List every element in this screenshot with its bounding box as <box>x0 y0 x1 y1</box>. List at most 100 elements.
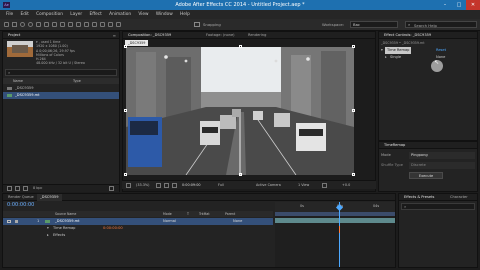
text-tool-icon[interactable] <box>76 22 81 27</box>
snapshot-icon[interactable] <box>172 183 177 188</box>
toggle-pixel-icon[interactable] <box>322 183 327 188</box>
puppet-tool-icon[interactable] <box>116 22 121 27</box>
property-value[interactable]: 0:00:00:00 <box>103 225 123 232</box>
new-comp-icon[interactable] <box>23 186 28 191</box>
tab-effect-controls[interactable]: Effect Controls: _DSC9359 <box>381 32 434 39</box>
menu-animation[interactable]: Animation <box>109 10 131 19</box>
camera-tool-icon[interactable] <box>44 22 49 27</box>
maximize-icon[interactable]: □ <box>452 0 466 10</box>
shuffle-select[interactable]: Discrete <box>409 162 475 169</box>
shape-tool-icon[interactable] <box>60 22 65 27</box>
tab-composition[interactable]: Composition: _DSC9359 <box>125 32 174 39</box>
visibility-eye-icon[interactable] <box>7 220 11 223</box>
interpret-footage-icon[interactable] <box>7 186 12 191</box>
col-trkmat[interactable]: TrkMat <box>199 211 210 217</box>
pen-tool-icon[interactable] <box>68 22 73 27</box>
col-mode[interactable]: Mode <box>163 211 172 217</box>
col-name[interactable]: Name <box>13 78 23 84</box>
preview-toggle-icon[interactable] <box>126 183 131 188</box>
project-search-input[interactable]: ⌕ <box>5 69 117 76</box>
layer-mode[interactable]: Normal <box>163 218 176 225</box>
eraser-tool-icon[interactable] <box>100 22 105 27</box>
transform-handle[interactable] <box>124 173 127 176</box>
layer-parent[interactable]: None <box>233 218 242 225</box>
snapping-checkbox[interactable] <box>194 22 200 27</box>
menu-file[interactable]: File <box>6 10 13 19</box>
menu-effect[interactable]: Effect <box>89 10 101 19</box>
param-row[interactable]: ▸ Single None <box>385 54 475 61</box>
home-tool-icon[interactable] <box>4 22 9 27</box>
zoom-tool-icon[interactable] <box>28 22 33 27</box>
close-icon[interactable]: ✕ <box>466 0 480 10</box>
transform-handle[interactable] <box>124 109 127 112</box>
transform-handle[interactable] <box>239 45 242 48</box>
brush-tool-icon[interactable] <box>84 22 89 27</box>
transform-handle[interactable] <box>352 45 355 48</box>
timeline-tracks[interactable]: 0s 02s 04s <box>275 202 395 267</box>
col-type[interactable]: Type <box>73 78 81 84</box>
expand-arrow-icon[interactable]: ▸ <box>47 232 49 239</box>
transform-handle[interactable] <box>352 173 355 176</box>
trash-icon[interactable] <box>109 186 114 191</box>
list-item[interactable]: _DSC9359 <box>3 85 119 92</box>
search-help-field[interactable]: ⌕ Search Help <box>405 21 477 28</box>
col-t[interactable]: T <box>187 211 189 217</box>
col-parent[interactable]: Parent <box>225 211 235 217</box>
layer-duration-bar[interactable] <box>275 218 395 223</box>
comp-chip[interactable]: _DSC9359 <box>125 40 149 46</box>
expand-arrow-icon[interactable]: ▾ <box>381 47 383 54</box>
reset-link[interactable]: Reset <box>436 47 446 54</box>
mode-select[interactable]: Pingpong <box>409 152 475 159</box>
view-layout-select[interactable]: 1 View <box>298 181 309 190</box>
audio-icon[interactable] <box>15 220 18 223</box>
effect-row-time-remap[interactable]: ▾ Time Remap Reset <box>381 47 476 54</box>
transform-handle[interactable] <box>352 109 355 112</box>
camera-select[interactable]: Active Camera <box>256 181 281 190</box>
selection-tool-icon[interactable] <box>12 22 17 27</box>
resolution-select[interactable]: Full <box>218 181 224 190</box>
layer-name[interactable]: _DSC9359.mt <box>55 218 80 225</box>
menu-composition[interactable]: Composition <box>36 10 63 19</box>
property-row[interactable]: ▸ Effects <box>3 232 273 239</box>
bit-depth[interactable]: 8 bpc <box>33 186 42 190</box>
expand-arrow-icon[interactable]: ▾ <box>47 225 49 232</box>
hand-tool-icon[interactable] <box>20 22 25 27</box>
tab-footage[interactable]: Footage: (none) <box>203 32 238 39</box>
clone-tool-icon[interactable] <box>92 22 97 27</box>
menu-edit[interactable]: Edit <box>20 10 28 19</box>
grid-icon[interactable] <box>164 183 169 188</box>
current-time[interactable]: 0:00:09:00 <box>182 181 201 190</box>
menu-view[interactable]: View <box>138 10 148 19</box>
pan-behind-tool-icon[interactable] <box>52 22 57 27</box>
table-row[interactable]: 1 _DSC9359.mt Normal None <box>3 218 273 225</box>
execute-button[interactable]: Execute <box>409 172 443 179</box>
tab-project[interactable]: Project <box>5 32 23 39</box>
panel-menu-icon[interactable]: ≡ <box>113 33 116 38</box>
menu-layer[interactable]: Layer <box>70 10 82 19</box>
workspace-select[interactable]: Bac <box>350 21 398 28</box>
tab-timeline-comp[interactable]: _DSC9359 <box>37 194 62 201</box>
effects-search-input[interactable]: ⌕ <box>401 203 475 210</box>
tab-rendering[interactable]: Rendering <box>245 32 269 39</box>
roto-tool-icon[interactable] <box>108 22 113 27</box>
tab-timeremap[interactable]: TimeRemap <box>381 142 408 149</box>
menu-window[interactable]: Window <box>156 10 173 19</box>
col-source-name[interactable]: Source Name <box>55 211 76 217</box>
exposure-value[interactable]: +0.0 <box>342 181 350 190</box>
playhead[interactable] <box>339 202 340 267</box>
magnification-select[interactable]: (33.3%) <box>136 181 149 190</box>
tab-character[interactable]: Character <box>447 194 471 201</box>
tab-effects-presets[interactable]: Effects & Presets <box>401 194 437 201</box>
transform-handle[interactable] <box>239 173 242 176</box>
menu-help[interactable]: Help <box>180 10 190 19</box>
minimize-icon[interactable]: – <box>438 0 452 10</box>
keyframe-marker[interactable] <box>339 226 340 233</box>
tab-render-queue[interactable]: Render Queue <box>5 194 37 201</box>
list-item-selected[interactable]: _DSC9359.mt <box>3 92 119 99</box>
new-folder-icon[interactable] <box>15 186 20 191</box>
transform-handle[interactable] <box>124 45 127 48</box>
fit-icon[interactable] <box>156 183 161 188</box>
comp-viewer[interactable] <box>126 47 354 175</box>
property-row[interactable]: ▾ Time Remap 0:00:00:00 <box>3 225 273 232</box>
work-area-bar[interactable] <box>275 212 395 216</box>
